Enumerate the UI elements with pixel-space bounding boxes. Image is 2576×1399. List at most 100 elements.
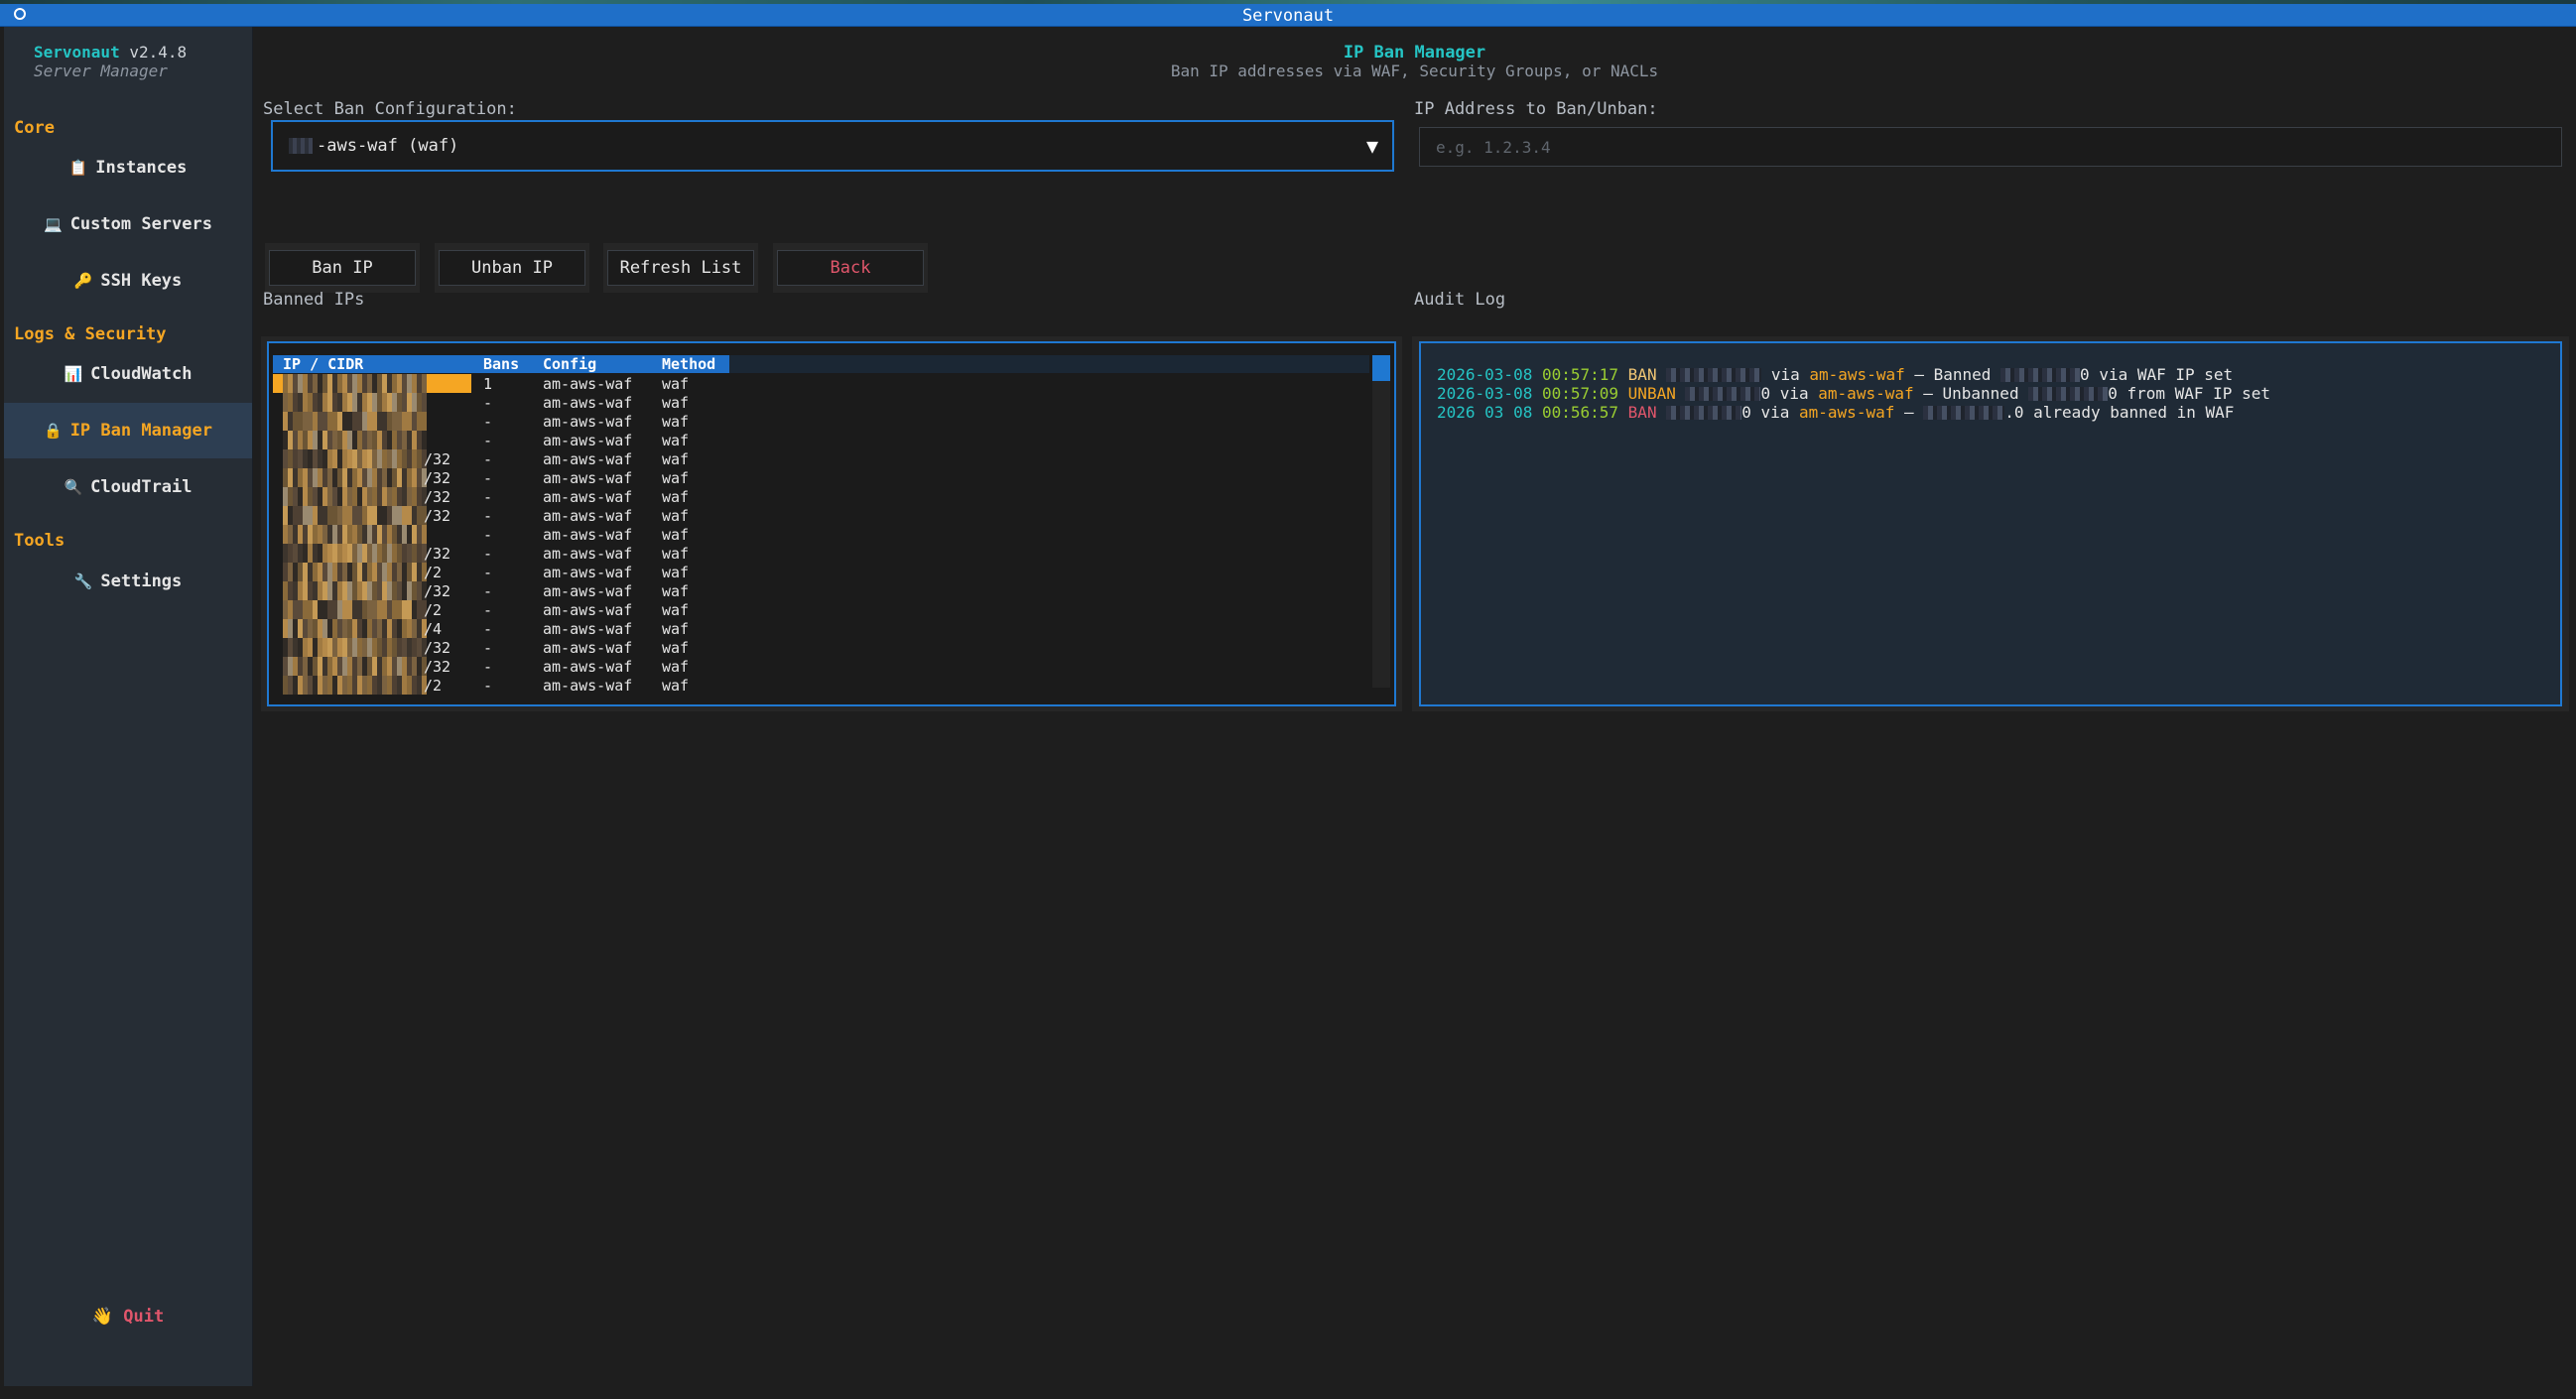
table-header: IP / CIDR Bans Config Method	[273, 355, 1369, 373]
app-name: Servonaut	[34, 43, 120, 62]
cell-bans: -	[483, 545, 493, 563]
ip-cell: /2	[273, 600, 471, 619]
cell-config: am-aws-waf	[543, 507, 633, 525]
sidebar-item-custom-servers[interactable]: 💻 Custom Servers	[4, 196, 252, 252]
table-row[interactable]: /2 - am-aws-waf waf	[273, 563, 1374, 581]
cell-bans: -	[483, 450, 493, 468]
refresh-list-button[interactable]: Refresh List	[607, 250, 754, 286]
cell-bans: -	[483, 507, 493, 525]
ip-cell	[273, 374, 471, 393]
sidebar-item-label: Instances	[95, 158, 188, 178]
cell-config: am-aws-waf	[543, 375, 633, 393]
table-row[interactable]: - am-aws-waf waf	[273, 431, 1374, 449]
table-row[interactable]: /4 - am-aws-waf waf	[273, 619, 1374, 638]
ip-cell: /32	[273, 657, 471, 676]
table-row[interactable]: /32 - am-aws-waf waf	[273, 581, 1374, 600]
table-row[interactable]: /32 - am-aws-waf waf	[273, 544, 1374, 563]
cell-method: waf	[662, 394, 690, 412]
ip-suffix: /32	[424, 639, 451, 657]
table-row[interactable]: - am-aws-waf waf	[273, 393, 1374, 412]
cell-method: waf	[662, 469, 690, 487]
cell-config: am-aws-waf	[543, 432, 633, 449]
cell-method: waf	[662, 639, 690, 657]
sidebar: Servonaut v2.4.8 Server Manager Core 📋 I…	[4, 27, 253, 1386]
redacted-ip	[283, 657, 427, 676]
cell-method: waf	[662, 488, 690, 506]
cell-config: am-aws-waf	[543, 601, 633, 619]
ip-address-input[interactable]: e.g. 1.2.3.4	[1419, 127, 2562, 167]
cell-bans: -	[483, 677, 493, 695]
table-row[interactable]: /32 - am-aws-waf waf	[273, 449, 1374, 468]
app-version: v2.4.8	[129, 43, 188, 62]
table-row[interactable]: - am-aws-waf waf	[273, 525, 1374, 544]
ban-ip-button[interactable]: Ban IP	[269, 250, 416, 286]
sidebar-item-ip-ban-manager[interactable]: 🔒 IP Ban Manager	[4, 403, 252, 458]
table-row[interactable]: /32 - am-aws-waf waf	[273, 468, 1374, 487]
back-button[interactable]: Back	[777, 250, 924, 286]
redacted-ip	[283, 431, 427, 449]
cell-bans: -	[483, 469, 493, 487]
cell-method: waf	[662, 545, 690, 563]
redacted-ip	[283, 600, 427, 619]
unban-ip-button[interactable]: Unban IP	[439, 250, 585, 286]
table-row[interactable]: /32 - am-aws-waf waf	[273, 638, 1374, 657]
cell-bans: -	[483, 488, 493, 506]
back-button-frame: Back	[773, 243, 928, 293]
ip-cell: /32	[273, 544, 471, 563]
table-row[interactable]: 1 am-aws-waf waf	[273, 374, 1374, 393]
table-row[interactable]: /32 - am-aws-waf waf	[273, 657, 1374, 676]
sidebar-item-label: Settings	[100, 572, 183, 591]
table-row[interactable]: - am-aws-waf waf	[273, 412, 1374, 431]
ip-suffix: /32	[424, 450, 451, 468]
ip-suffix: /32	[424, 582, 451, 600]
col-bans[interactable]: Bans	[483, 355, 519, 373]
table-row[interactable]: /2 - am-aws-waf waf	[273, 600, 1374, 619]
sidebar-item-cloudtrail[interactable]: 🔍 CloudTrail	[4, 459, 252, 515]
quit-button[interactable]: 👋 Quit	[4, 1307, 252, 1327]
ip-cell	[273, 393, 471, 412]
cell-config: am-aws-waf	[543, 582, 633, 600]
clipboard-icon: 📋	[68, 159, 88, 177]
redacted-prefix	[289, 138, 313, 154]
waving-hand-icon: 👋	[91, 1307, 113, 1327]
unban-button-frame: Unban IP	[435, 243, 589, 293]
table-scrollbar[interactable]	[1372, 355, 1390, 688]
brand: Servonaut v2.4.8 Server Manager	[34, 43, 187, 80]
cell-method: waf	[662, 564, 690, 581]
quit-label: Quit	[123, 1307, 165, 1327]
redacted-ip	[283, 449, 427, 468]
cell-bans: -	[483, 620, 493, 638]
redacted-ip	[283, 544, 427, 563]
col-config[interactable]: Config	[543, 355, 596, 373]
sidebar-item-settings[interactable]: 🔧 Settings	[4, 554, 252, 609]
cell-bans: -	[483, 601, 493, 619]
ip-suffix: /4	[424, 620, 443, 638]
sidebar-item-ssh-keys[interactable]: 🔑 SSH Keys	[4, 253, 252, 309]
ip-suffix: /2	[424, 677, 443, 695]
table-row[interactable]: /32 - am-aws-waf waf	[273, 487, 1374, 506]
cell-method: waf	[662, 620, 690, 638]
sidebar-item-instances[interactable]: 📋 Instances	[4, 140, 252, 195]
ip-suffix: /32	[424, 507, 451, 525]
cell-bans: -	[483, 413, 493, 431]
cell-config: am-aws-waf	[543, 677, 633, 695]
table-row[interactable]: /32 - am-aws-waf waf	[273, 506, 1374, 525]
col-ip[interactable]: IP / CIDR	[283, 355, 363, 373]
cell-config: am-aws-waf	[543, 469, 633, 487]
scroll-thumb[interactable]	[1372, 355, 1390, 381]
cell-method: waf	[662, 526, 690, 544]
cell-config: am-aws-waf	[543, 545, 633, 563]
ban-config-select[interactable]: -aws-waf (waf) ▼	[271, 120, 1394, 172]
col-method[interactable]: Method	[662, 355, 715, 373]
ip-cell: /32	[273, 487, 471, 506]
ip-cell: /32	[273, 468, 471, 487]
cell-config: am-aws-waf	[543, 526, 633, 544]
redacted-ip	[283, 412, 427, 431]
sidebar-item-label: IP Ban Manager	[69, 421, 212, 441]
audit-log[interactable]: 2026-03-08 00:57:17 BAN via am-aws-waf –…	[1419, 341, 2562, 706]
cell-config: am-aws-waf	[543, 620, 633, 638]
table-body: 1 am-aws-waf waf - am-aws-waf waf - am-aws-waf w…	[273, 374, 1374, 695]
table-row[interactable]: /2 - am-aws-waf waf	[273, 676, 1374, 695]
banned-ips-table[interactable]: IP / CIDR Bans Config Method 1 am-aws-waf…	[267, 341, 1396, 706]
sidebar-item-cloudwatch[interactable]: 📊 CloudWatch	[4, 346, 252, 402]
